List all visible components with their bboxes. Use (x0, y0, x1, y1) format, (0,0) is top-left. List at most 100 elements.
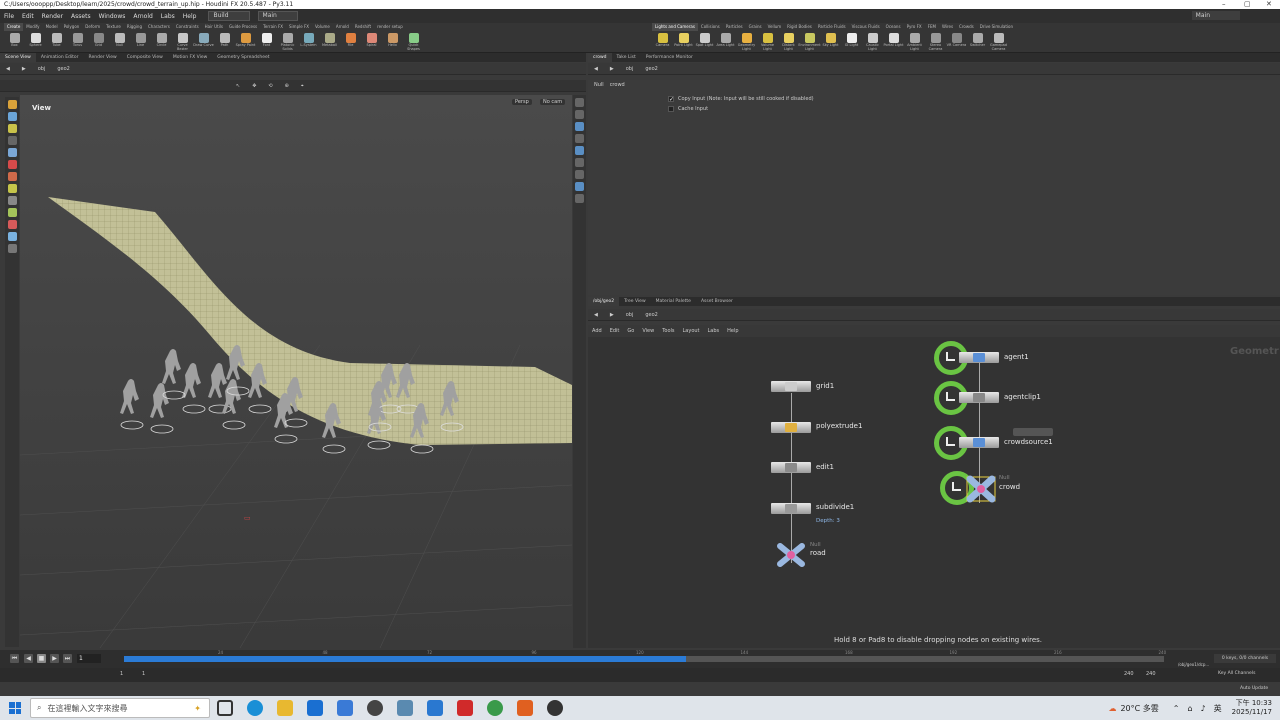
node-grid1[interactable] (771, 381, 811, 392)
brush-icon[interactable] (7, 172, 17, 181)
current-frame-field[interactable]: 1 (77, 654, 101, 663)
node-subdivide1[interactable] (771, 503, 811, 514)
shelf-tool-spray-paint[interactable]: Spray Paint (235, 32, 256, 53)
forward-arrow-icon[interactable]: ▶ (604, 312, 620, 318)
path-crumb-obj[interactable]: obj (32, 66, 52, 72)
params-tab-1[interactable]: Take List (612, 53, 641, 62)
network-menu-6[interactable]: Labs (704, 328, 724, 334)
shelf-tool-stereo-camera[interactable]: Stereo Camera (925, 32, 946, 53)
range-end-field-2[interactable]: 240 (1146, 671, 1156, 677)
calendar-icon[interactable] (337, 700, 353, 716)
network-tab-2[interactable]: Material Palette (651, 297, 696, 306)
shelf-tool-tube[interactable]: Tube (46, 32, 67, 53)
shelf-tool-curve-bezier[interactable]: Curve Bezier (172, 32, 193, 53)
lasso-icon[interactable] (7, 196, 17, 205)
tray-arrow-icon[interactable]: ⌃ (1173, 704, 1180, 713)
magnet-icon[interactable] (7, 220, 17, 229)
shelf-tab-11[interactable]: Terrain FX (260, 23, 286, 31)
lock-icon[interactable] (575, 110, 584, 119)
shelf-tool-caustic-light[interactable]: Caustic Light (862, 32, 883, 53)
weather-text[interactable]: 20°C 多雲 (1120, 703, 1158, 714)
shelf-tab-5[interactable]: Texture (103, 23, 124, 31)
handle-icon[interactable] (7, 124, 17, 133)
shelf-tool-volume-light[interactable]: Volume Light (757, 32, 778, 53)
menu-help[interactable]: Help (179, 13, 201, 20)
shelf-tool-switcher[interactable]: Switcher (967, 32, 988, 53)
file-explorer-icon[interactable] (277, 700, 293, 716)
shelf-tab-16[interactable]: render setup (374, 23, 406, 31)
shelf-tool-sphere[interactable]: Sphere (25, 32, 46, 53)
maximize-icon[interactable]: ▢ (1244, 0, 1251, 9)
shelf-tool-quick-shapes[interactable]: Quick Shapes (403, 32, 424, 53)
menu-edit[interactable]: Edit (18, 13, 38, 20)
stop-icon[interactable]: ■ (37, 654, 46, 663)
shelf-tool-platonic-solids[interactable]: Platonic Solids (277, 32, 298, 53)
path-crumb-geo2[interactable]: geo2 (51, 66, 76, 72)
view-icon[interactable] (7, 136, 17, 145)
scene-tab-2[interactable]: Render View (84, 53, 122, 62)
select-tool-icon[interactable]: ↖ (230, 83, 246, 89)
taskbar-search[interactable]: ⌕ 在這裡輸入文字來搜尋 ✦ (30, 698, 210, 718)
menu-file[interactable]: File (0, 13, 18, 20)
network-icon[interactable]: ⌂ (1187, 704, 1192, 713)
shelf-tab-right-1[interactable]: Collisions (698, 23, 723, 31)
network-tab-3[interactable]: Asset Browser (696, 297, 738, 306)
node-crowd[interactable] (965, 475, 997, 503)
shelf-tab-right-10[interactable]: FEM (925, 23, 939, 31)
key-all-channels-button[interactable]: Key All Channels (1218, 671, 1255, 676)
shelf-tab-right-13[interactable]: Drive Simulation (977, 23, 1016, 31)
vscode-icon[interactable] (427, 700, 443, 716)
back-arrow-icon[interactable]: ◀ (588, 66, 604, 72)
scene-tab-1[interactable]: Animation Editor (36, 53, 84, 62)
right-desktop-selector[interactable]: Main (1191, 11, 1240, 20)
shelf-tab-right-7[interactable]: Viscous Fluids (849, 23, 883, 31)
auto-update-button[interactable]: Auto Update (1240, 686, 1268, 691)
copy-input-checkbox[interactable]: ✓ (668, 96, 674, 103)
shelf-tab-right-8[interactable]: Oceans (883, 23, 904, 31)
shelf-tab-right-9[interactable]: Pyro FX (904, 23, 925, 31)
shelf-tab-right-5[interactable]: Rigid Bodies (784, 23, 815, 31)
network-menu-1[interactable]: Edit (606, 328, 624, 334)
handle-tool-icon[interactable]: ⊕ (279, 83, 295, 89)
shelf-tab-2[interactable]: Model (43, 23, 61, 31)
play-icon[interactable]: ▶ (50, 654, 59, 663)
app-icon[interactable] (397, 700, 413, 716)
github-icon[interactable] (367, 700, 383, 716)
shelf-tool-box[interactable]: Box (4, 32, 25, 53)
scale-icon[interactable] (7, 208, 17, 217)
shelf-tab-4[interactable]: Deform (82, 23, 103, 31)
shelf-tool-l-system[interactable]: L-System (298, 32, 319, 53)
range-start-field-2[interactable]: 1 (142, 671, 145, 677)
shelf-tab-14[interactable]: Arnold (333, 23, 352, 31)
shelf-tab-right-3[interactable]: Grains (746, 23, 765, 31)
shelf-tool-line[interactable]: Line (130, 32, 151, 53)
grid-toggle-icon[interactable] (575, 182, 584, 191)
minimize-icon[interactable]: – (1222, 0, 1226, 9)
persp-menu[interactable]: Persp (512, 99, 532, 105)
shelf-tab-6[interactable]: Rigging (124, 23, 145, 31)
shelf-tool-area-light[interactable]: Area Light (715, 32, 736, 53)
shelf-tool-vr-camera[interactable]: VR Camera (946, 32, 967, 53)
network-menu-3[interactable]: View (638, 328, 658, 334)
netflix-icon[interactable] (457, 700, 473, 716)
light-icon[interactable] (7, 244, 17, 253)
shelf-tool-distant-light[interactable]: Distant Light (778, 32, 799, 53)
params-crumb-obj[interactable]: obj (620, 66, 640, 72)
jump-start-icon[interactable]: ⏮ (10, 654, 19, 663)
shelf-tab-8[interactable]: Constraints (173, 23, 202, 31)
menu-arnold[interactable]: Arnold (129, 13, 156, 20)
shelf-tool-geometry-light[interactable]: Geometry Light (736, 32, 757, 53)
pose-icon[interactable] (7, 112, 17, 121)
network-menu-5[interactable]: Layout (679, 328, 704, 334)
select-icon[interactable] (7, 100, 17, 109)
step-back-icon[interactable]: ◀ (24, 654, 33, 663)
shelf-tab-right-11[interactable]: Wires (939, 23, 956, 31)
shelf-tool-ambient-light[interactable]: Ambient Light (904, 32, 925, 53)
shelf-tool-torus[interactable]: Torus (67, 32, 88, 53)
wire-icon[interactable] (575, 134, 584, 143)
shelf-tab-right-2[interactable]: Particles (723, 23, 746, 31)
cache-input-checkbox[interactable] (668, 106, 674, 112)
shelf-tab-right-0[interactable]: Lights and Cameras (652, 23, 698, 31)
back-arrow-icon[interactable]: ◀ (588, 312, 604, 318)
volume-icon[interactable]: ♪ (1201, 704, 1206, 713)
